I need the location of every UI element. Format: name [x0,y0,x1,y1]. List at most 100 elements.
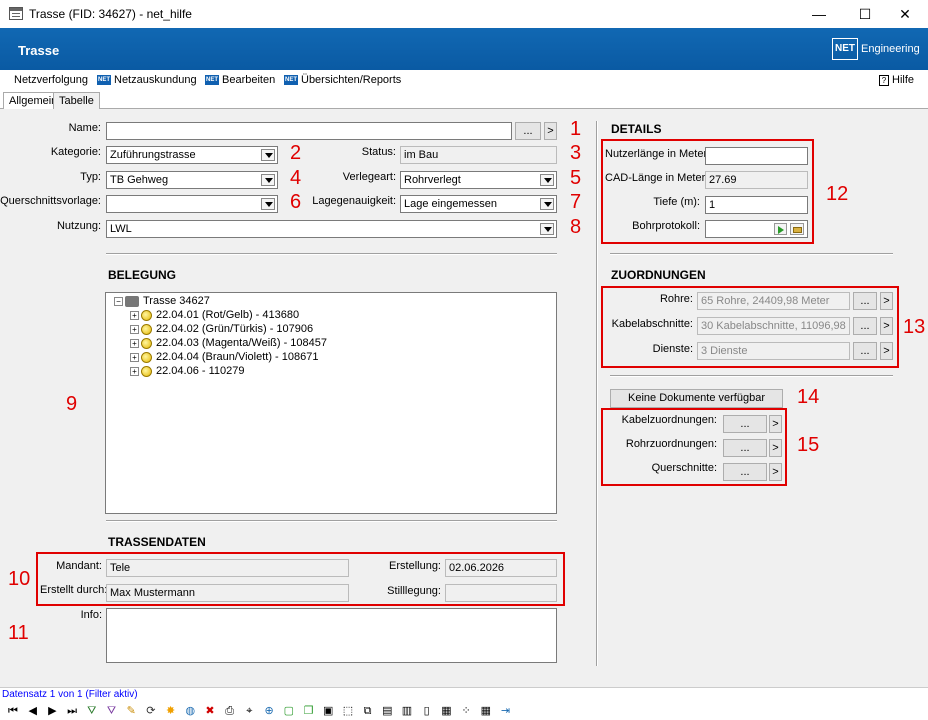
prev-icon[interactable]: ◀ [26,705,40,718]
tree-root[interactable]: − Trasse 34627 [114,294,210,308]
new-doc-icon[interactable]: ▤ [380,705,394,718]
chevron-down-icon [540,198,554,210]
exit-icon[interactable]: ⇥ [499,705,513,718]
kabel-arrow-button[interactable]: > [880,317,893,335]
pencil-icon[interactable]: ✎ [124,705,138,718]
page-icon[interactable]: ▥ [400,705,414,718]
rohrzuordnungen-ellipsis-button[interactable]: ... [723,439,767,457]
annotation-8: 8 [570,216,582,238]
next-icon[interactable]: ▶ [45,705,59,718]
typ-select[interactable]: TB Gehweg [106,171,278,189]
kabel-ellipsis-button[interactable]: ... [853,317,877,335]
bohrprotokoll-field[interactable] [705,220,808,238]
expand-icon[interactable]: + [130,366,139,376]
layers-icon[interactable]: ▣ [321,705,335,718]
nutzung-select[interactable]: LWL [106,220,557,238]
logo-text: Engineering [861,43,920,55]
first-icon[interactable]: ⏮ [6,705,20,718]
net-icon: NET [205,75,219,86]
tree-item[interactable]: +22.04.04 (Braun/Violett) - 108671 [130,350,318,364]
annotation-15: 15 [797,434,820,456]
tree-item[interactable]: +22.04.02 (Grün/Türkis) - 107906 [130,322,313,336]
annotation-13: 13 [903,316,926,338]
tab-strip: Allgemein Tabelle [0,90,928,110]
menu-uebersichten[interactable]: NET Übersichten/Reports [284,74,401,86]
details-title: DETAILS [611,122,662,136]
divider [106,520,557,522]
expand-icon[interactable]: + [130,310,139,320]
tab-tabelle[interactable]: Tabelle [53,92,100,109]
kabelabschnitte-label: Kabelabschnitte: [611,318,693,330]
kabelzuordnungen-ellipsis-button[interactable]: ... [723,415,767,433]
filter-icon[interactable]: ⛛ [105,705,119,718]
shape-icon[interactable]: ▢ [282,705,296,718]
zoom-icon[interactable]: ⊕ [262,705,276,718]
tree-item-label: 22.04.04 (Braun/Violett) - 108671 [156,351,319,363]
delete-icon[interactable]: ✖ [203,705,217,718]
tree-item[interactable]: +22.04.01 (Rot/Gelb) - 413680 [130,308,299,322]
nutzerlaenge-input[interactable] [705,147,808,165]
info-textarea[interactable] [106,608,557,663]
cadlaenge-label: CAD-Länge in Meter: [605,172,709,184]
play-icon[interactable] [774,223,787,235]
mandant-field: Tele [106,559,349,577]
tree-item[interactable]: +22.04.06 - 110279 [130,364,244,378]
rohrzuordnungen-arrow-button[interactable]: > [769,439,782,457]
print-icon[interactable]: ⎙ [223,705,237,718]
expand-icon[interactable]: + [130,352,139,362]
querschnittsvorlage-select[interactable] [106,195,278,213]
scatter-icon[interactable]: ⁘ [459,705,473,718]
expand-icon[interactable]: + [130,338,139,348]
tiefe-input[interactable]: 1 [705,196,808,214]
collapse-icon[interactable]: − [114,296,123,306]
select-icon[interactable]: ⌖ [242,705,256,718]
nutzerlaenge-label: Nutzerlänge in Meter: [605,148,711,160]
verlegeart-select[interactable]: Rohrverlegt [400,171,557,189]
folder-icon[interactable] [790,223,804,235]
name-input[interactable] [106,122,512,140]
dienste-ellipsis-button[interactable]: ... [853,342,877,360]
expand-icon[interactable]: + [130,324,139,334]
close-button[interactable]: ✕ [882,0,928,28]
name-ellipsis-button[interactable]: ... [515,122,541,140]
querschnitte-ellipsis-button[interactable]: ... [723,463,767,481]
rohre-arrow-button[interactable]: > [880,292,893,310]
trasse-icon [125,295,139,307]
tree-item-label: 22.04.06 - 110279 [156,365,245,377]
keine-dokumente-button[interactable]: Keine Dokumente verfügbar [610,389,783,408]
cable-icon [141,351,152,363]
table-icon[interactable]: ▦ [479,705,493,718]
annotation-5: 5 [570,167,582,189]
menu-netzverfolgung[interactable]: Netzverfolgung [14,74,88,86]
net-icon: NET [97,75,111,86]
image-icon[interactable]: ▦ [439,705,453,718]
querschnitte-arrow-button[interactable]: > [769,463,782,481]
cable-icon [141,337,152,349]
lagegenauigkeit-select[interactable]: Lage eingemessen [400,195,557,213]
menu-bearbeiten[interactable]: NET Bearbeiten [205,74,275,86]
document-icon[interactable]: ▯ [420,705,434,718]
filter-add-icon[interactable]: ⛛ [85,705,99,718]
minimize-button[interactable]: — [796,0,842,28]
menu-netzauskundung[interactable]: NET Netzauskundung [97,74,197,86]
star-icon[interactable]: ✸ [164,705,178,718]
kategorie-select[interactable]: Zuführungstrasse [106,146,278,164]
globe-icon[interactable]: ◍ [183,705,197,718]
navigator-toolbar: Datensatz 1 von 1 (Filter aktiv) ⏮ ◀ ▶ ⏭ ⛛ ⛛ ✎… [0,687,928,720]
copy-icon[interactable]: ❐ [302,705,316,718]
name-arrow-button[interactable]: > [544,122,557,140]
duplicate-icon[interactable]: ⧉ [361,705,375,718]
verlegeart-label: Verlegeart: [342,171,396,183]
kabelzuordnungen-arrow-button[interactable]: > [769,415,782,433]
menu-label: Hilfe [892,74,915,86]
refresh-icon[interactable]: ⟳ [144,705,158,718]
last-icon[interactable]: ⏭ [65,705,79,718]
dienste-arrow-button[interactable]: > [880,342,893,360]
frame-icon[interactable]: ⬚ [341,705,355,718]
tree-item[interactable]: +22.04.03 (Magenta/Weiß) - 108457 [130,336,327,350]
belegung-tree[interactable]: − Trasse 34627 +22.04.01 (Rot/Gelb) - 413… [105,292,557,514]
divider [106,253,557,255]
menu-bar: Netzverfolgung NET Netzauskundung NET Bear… [0,70,928,90]
menu-help[interactable]: ? Hilfe [879,74,914,86]
rohre-ellipsis-button[interactable]: ... [853,292,877,310]
